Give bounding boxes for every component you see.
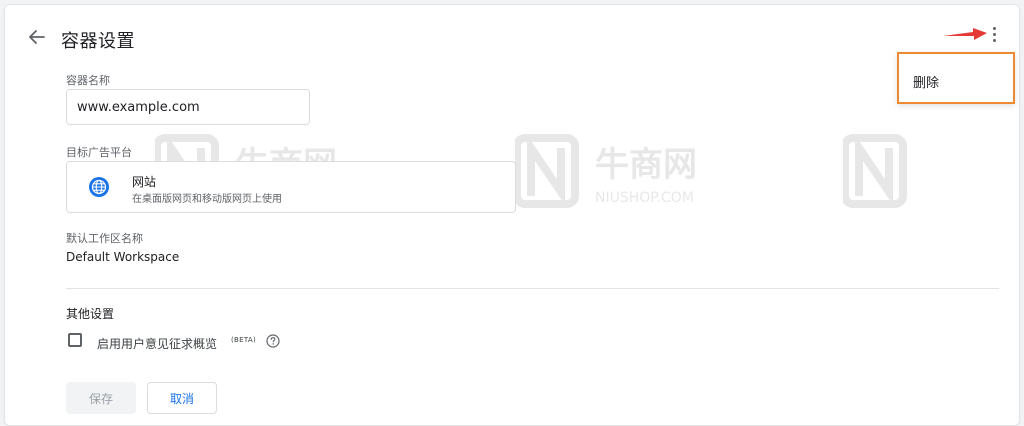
other-settings-title: 其他设置 — [66, 307, 115, 321]
target-platform-label: 目标广告平台 — [66, 146, 132, 159]
container-name-input[interactable] — [66, 89, 310, 125]
beta-badge: (BETA) — [231, 336, 257, 344]
back-button[interactable] — [25, 25, 49, 49]
watermark-brand: 牛商网 — [595, 145, 697, 185]
menu-item-delete[interactable]: 删除 — [913, 72, 939, 91]
section-divider — [66, 288, 999, 289]
platform-card-website[interactable]: 网站 在桌面版网页和移动版网页上使用 — [66, 161, 516, 213]
watermark-logo: 牛商网 NIUSHOP.COM — [515, 134, 697, 208]
watermark-domain: NIUSHOP.COM — [595, 190, 694, 206]
consent-overview-checkbox[interactable] — [68, 333, 82, 347]
more-vert-icon[interactable] — [987, 23, 1001, 45]
workspace-label: 默认工作区名称 — [66, 232, 143, 245]
arrow-left-icon — [29, 30, 45, 44]
help-circle-icon[interactable] — [266, 334, 280, 348]
container-name-label: 容器名称 — [66, 74, 110, 87]
platform-name: 网站 — [132, 175, 157, 189]
cancel-button[interactable]: 取消 — [147, 382, 217, 414]
platform-description: 在桌面版网页和移动版网页上使用 — [132, 194, 282, 205]
consent-overview-label: 启用用户意见征求概览 — [97, 337, 218, 351]
annotation-arrow-icon — [943, 28, 987, 40]
page-title: 容器设置 — [61, 31, 135, 52]
workspace-value: Default Workspace — [66, 250, 180, 264]
watermark-logo — [843, 134, 907, 208]
save-button[interactable]: 保存 — [66, 382, 136, 414]
overflow-menu: 删除 — [897, 52, 1015, 104]
globe-icon — [89, 177, 109, 197]
settings-card: 牛商网 NIUSHOP.COM 牛商网 NIUSHOP.COM 容器设置 删除 … — [4, 4, 1020, 426]
